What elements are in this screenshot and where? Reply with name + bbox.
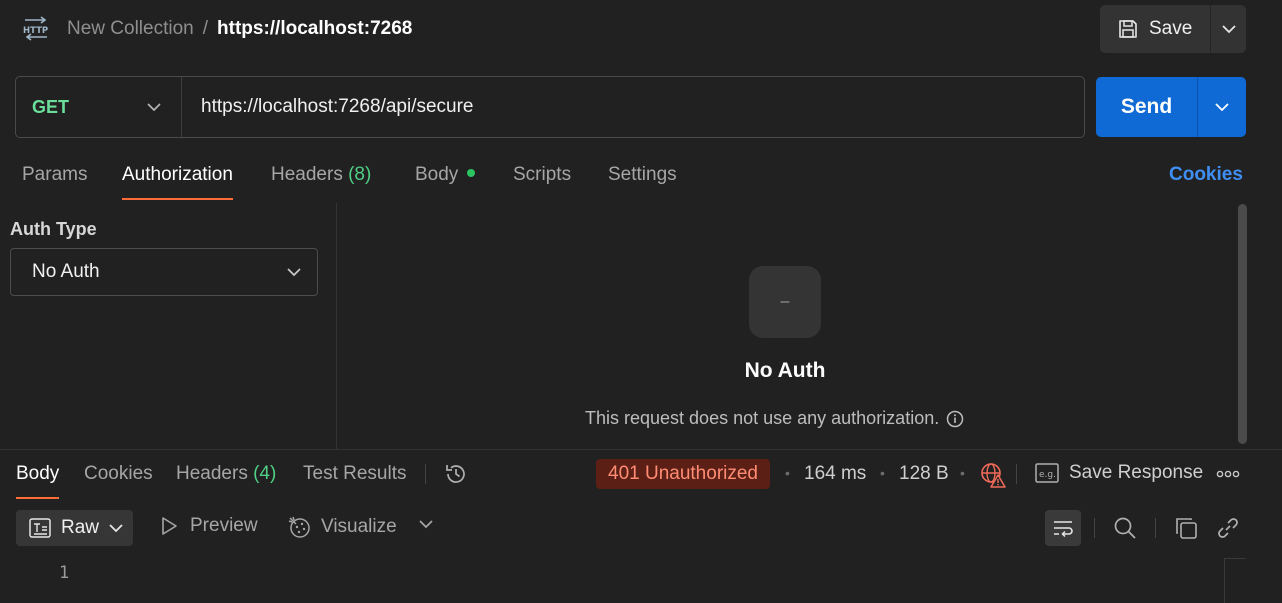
separator-dot: • bbox=[785, 465, 790, 481]
breadcrumb-collection[interactable]: New Collection bbox=[67, 18, 194, 40]
status-badge[interactable]: 401 Unauthorized bbox=[596, 459, 770, 489]
format-select[interactable]: Raw bbox=[16, 510, 133, 546]
tab-label: Body bbox=[415, 164, 459, 185]
divider bbox=[1016, 464, 1017, 484]
divider bbox=[1155, 518, 1156, 538]
line-number: 1 bbox=[59, 563, 70, 583]
auth-type-select[interactable]: No Auth bbox=[10, 248, 318, 296]
copy-icon[interactable] bbox=[1174, 516, 1198, 540]
pane-divider[interactable] bbox=[336, 203, 337, 449]
response-pane-divider[interactable] bbox=[0, 449, 1282, 450]
chevron-down-icon bbox=[1215, 102, 1229, 112]
divider bbox=[1094, 518, 1095, 538]
divider bbox=[425, 464, 426, 484]
tab-label: Headers bbox=[271, 164, 343, 185]
breadcrumb-separator: / bbox=[202, 18, 209, 39]
tab-label: Cookies bbox=[84, 463, 153, 484]
chevron-down-icon bbox=[109, 523, 123, 533]
tab-label: Params bbox=[22, 164, 88, 185]
visualize-icon bbox=[288, 515, 312, 539]
breadcrumb: New Collection / https://localhost:7268 bbox=[67, 17, 412, 41]
tab-headers[interactable]: Headers (8) bbox=[271, 164, 371, 200]
no-auth-description: This request does not use any authorizat… bbox=[585, 408, 964, 429]
save-options-button[interactable] bbox=[1211, 5, 1246, 53]
no-auth-badge: – bbox=[749, 266, 821, 338]
url-input[interactable]: https://localhost:7268/api/secure bbox=[182, 96, 1084, 118]
tab-params[interactable]: Params bbox=[22, 164, 87, 200]
method-select[interactable]: GET bbox=[16, 77, 182, 137]
save-response-label: Save Response bbox=[1069, 462, 1204, 483]
tab-label: Test Results bbox=[303, 463, 407, 484]
visualize-options-button[interactable] bbox=[419, 520, 433, 529]
no-auth-title: No Auth bbox=[744, 359, 826, 382]
save-icon bbox=[1117, 18, 1139, 40]
chevron-down-icon bbox=[287, 267, 301, 277]
svg-text:e.g.: e.g. bbox=[1039, 470, 1056, 480]
chevron-down-icon bbox=[419, 520, 433, 529]
preview-button[interactable]: Preview bbox=[160, 515, 258, 537]
tab-label: Scripts bbox=[513, 164, 572, 185]
tab-label: Settings bbox=[608, 164, 677, 185]
tab-label: Headers bbox=[176, 463, 248, 484]
response-size[interactable]: 128 B bbox=[899, 463, 949, 485]
more-options-icon[interactable] bbox=[1216, 470, 1240, 478]
play-icon bbox=[160, 516, 178, 536]
example-icon: e.g. bbox=[1035, 463, 1059, 483]
save-label: Save bbox=[1149, 18, 1193, 39]
preview-label: Preview bbox=[190, 515, 258, 536]
separator-dot: • bbox=[880, 465, 885, 481]
response-tab-body[interactable]: Body bbox=[16, 463, 60, 499]
chevron-down-icon bbox=[1221, 24, 1236, 34]
network-warning-icon[interactable] bbox=[980, 462, 1006, 488]
visualize-label: Visualize bbox=[321, 516, 397, 537]
format-label: Raw bbox=[61, 517, 100, 538]
auth-type-value: No Auth bbox=[32, 261, 100, 282]
request-name[interactable]: https://localhost:7268 bbox=[217, 18, 412, 40]
tab-label: Body bbox=[16, 463, 60, 484]
tab-authorization[interactable]: Authorization bbox=[122, 164, 233, 200]
method-label: GET bbox=[32, 96, 70, 117]
editor-minimap bbox=[1224, 558, 1246, 603]
response-tab-headers[interactable]: Headers (4) bbox=[176, 463, 276, 499]
http-icon: HTTP bbox=[22, 16, 50, 42]
chevron-down-icon bbox=[147, 102, 161, 112]
text-format-icon bbox=[29, 518, 51, 538]
svg-text:HTTP: HTTP bbox=[23, 26, 48, 36]
search-icon[interactable] bbox=[1113, 516, 1137, 540]
history-icon[interactable] bbox=[443, 461, 469, 487]
save-button[interactable]: Save bbox=[1100, 5, 1210, 53]
headers-count: (8) bbox=[348, 164, 372, 185]
send-options-button[interactable] bbox=[1198, 77, 1246, 137]
visualize-button[interactable]: Visualize bbox=[288, 515, 397, 539]
wrap-lines-button[interactable] bbox=[1045, 510, 1081, 546]
no-auth-symbol: – bbox=[780, 293, 790, 310]
response-headers-count: (4) bbox=[253, 463, 277, 484]
tab-body[interactable]: Body bbox=[415, 164, 476, 200]
link-icon[interactable] bbox=[1216, 516, 1240, 540]
save-response-button[interactable]: e.g. Save Response bbox=[1035, 462, 1203, 484]
wrap-lines-icon bbox=[1052, 518, 1074, 538]
body-indicator-dot bbox=[467, 169, 476, 177]
separator-dot: • bbox=[960, 465, 965, 481]
tab-settings[interactable]: Settings bbox=[608, 164, 677, 200]
request-bar: GET https://localhost:7268/api/secure bbox=[15, 76, 1085, 138]
info-icon[interactable] bbox=[946, 410, 964, 428]
send-button-group: Send bbox=[1096, 77, 1246, 137]
save-button-group: Save bbox=[1100, 5, 1246, 53]
tab-label: Authorization bbox=[122, 164, 233, 185]
scrollbar[interactable] bbox=[1238, 204, 1247, 444]
no-auth-description-text: This request does not use any authorizat… bbox=[585, 408, 940, 428]
response-tab-cookies[interactable]: Cookies bbox=[84, 463, 153, 499]
auth-type-label: Auth Type bbox=[10, 219, 97, 239]
cookies-link[interactable]: Cookies bbox=[1169, 164, 1243, 186]
response-tab-test-results[interactable]: Test Results bbox=[303, 463, 406, 499]
response-time[interactable]: 164 ms bbox=[804, 463, 866, 485]
send-button[interactable]: Send bbox=[1096, 77, 1197, 137]
tab-scripts[interactable]: Scripts bbox=[513, 164, 571, 200]
